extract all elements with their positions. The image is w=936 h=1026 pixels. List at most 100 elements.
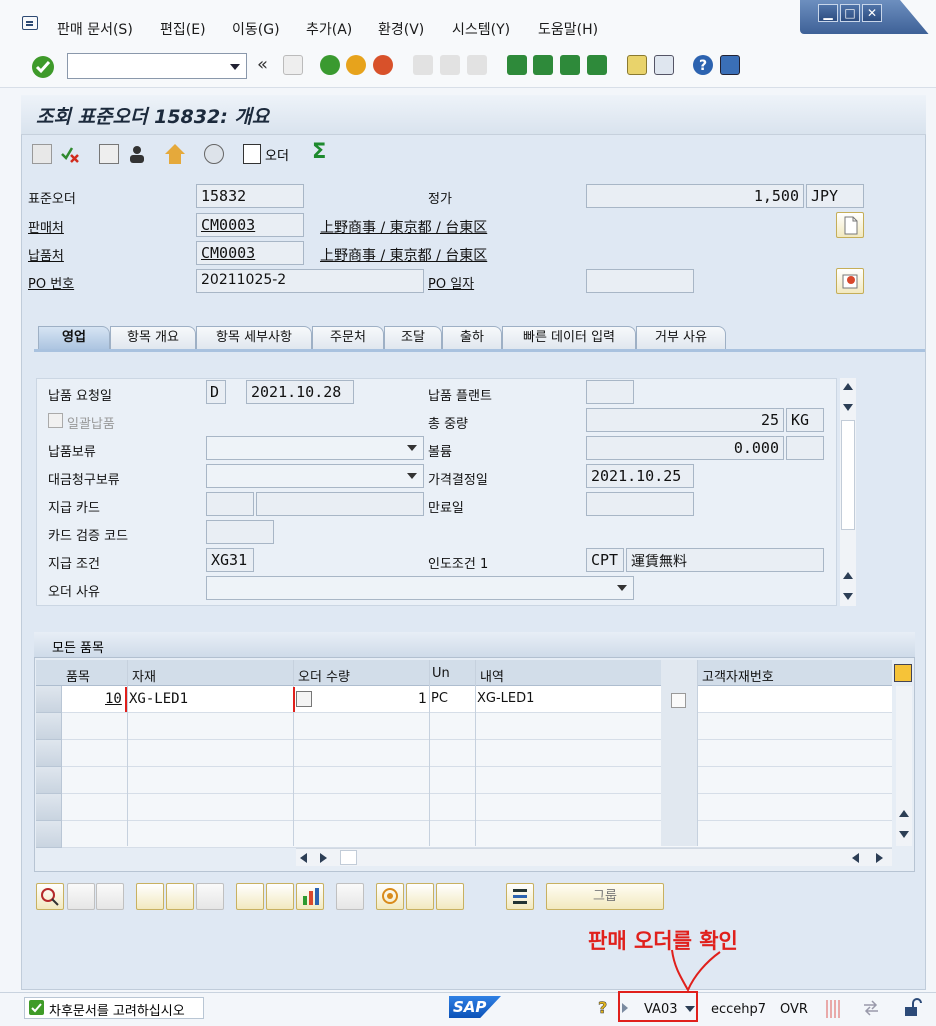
s-checkbox[interactable]	[671, 693, 686, 708]
tab-sales[interactable]: 영업	[38, 326, 110, 351]
print-icon[interactable]	[413, 55, 433, 75]
table-row[interactable]	[36, 767, 892, 794]
scroll-down-icon[interactable]	[843, 404, 853, 411]
insert-row-button[interactable]	[67, 883, 95, 910]
scroll-left-icon[interactable]	[852, 853, 859, 863]
table-row[interactable]	[36, 713, 892, 740]
row-selector[interactable]	[36, 767, 62, 794]
save-icon[interactable]	[283, 55, 303, 75]
help-icon[interactable]: ?	[693, 55, 713, 75]
billing-block-dropdown[interactable]	[206, 464, 424, 488]
key-help-icon[interactable]: ?	[597, 998, 611, 1018]
complete-delivery-checkbox[interactable]	[48, 413, 63, 428]
delivery-block-dropdown[interactable]	[206, 436, 424, 460]
next-page-icon[interactable]	[560, 55, 580, 75]
edit-item-button[interactable]	[436, 883, 464, 910]
scroll-down-icon[interactable]	[899, 831, 909, 838]
deselect-all-button[interactable]	[196, 883, 224, 910]
tab-item-overview[interactable]: 항목 개요	[110, 326, 196, 350]
customize-layout-icon[interactable]	[720, 55, 740, 75]
menu-sales-document[interactable]: 판매 문서(S)	[57, 19, 133, 39]
scroll-left-icon[interactable]	[300, 853, 307, 863]
tab-procurement[interactable]: 조달	[384, 326, 442, 350]
menu-icon[interactable]	[22, 16, 38, 30]
col-description[interactable]: 내역	[480, 666, 504, 685]
col-material[interactable]: 자재	[132, 666, 156, 685]
enter-check-icon[interactable]	[32, 56, 54, 78]
new-session-icon[interactable]	[627, 55, 647, 75]
sold-to-label[interactable]: 판매처	[28, 217, 64, 236]
menu-goto[interactable]: 이동(G)	[232, 19, 280, 39]
po-date-label[interactable]: PO 일자	[428, 273, 474, 292]
ship-to-label[interactable]: 납품처	[28, 245, 64, 264]
shortcut-icon[interactable]	[654, 55, 674, 75]
minimize-icon[interactable]: ▁	[818, 4, 838, 22]
menu-help[interactable]: 도움말(H)	[538, 19, 598, 39]
menu-extras[interactable]: 추가(A)	[306, 19, 352, 39]
header-partner-icon[interactable]	[127, 144, 147, 164]
last-page-icon[interactable]	[587, 55, 607, 75]
previous-page-icon[interactable]	[533, 55, 553, 75]
find-icon[interactable]	[440, 55, 460, 75]
document-icon[interactable]	[836, 212, 864, 238]
order-table-icon[interactable]	[243, 144, 261, 164]
items-table-vscroll[interactable]	[896, 686, 912, 846]
chevron-down-icon[interactable]	[230, 64, 240, 70]
sum-icon[interactable]: Σ	[312, 139, 326, 163]
col-item[interactable]: 품목	[66, 666, 90, 685]
row-selector[interactable]	[36, 686, 62, 713]
order-qty-cell[interactable]: 1	[418, 691, 427, 707]
copy-icon[interactable]	[296, 691, 312, 707]
ship-to-name[interactable]: 上野商事 / 東京都 / 台東区	[320, 245, 487, 265]
tab-rejection-reason[interactable]: 거부 사유	[636, 326, 726, 350]
list-view-button[interactable]	[506, 883, 534, 910]
table-row[interactable]	[36, 821, 892, 848]
po-details-icon[interactable]	[836, 268, 864, 294]
items-table-hscroll[interactable]	[296, 848, 892, 866]
chart-button[interactable]	[296, 883, 324, 910]
material-cell[interactable]: XG-LED1	[129, 691, 188, 707]
scroll-right-icon[interactable]	[320, 853, 327, 863]
status-message-box[interactable]: 차후문서를 고려하십시오	[24, 997, 204, 1019]
row-selector[interactable]	[36, 740, 62, 767]
tab-ordering-party[interactable]: 주문처	[312, 326, 384, 350]
select-all-button[interactable]	[136, 883, 164, 910]
unit-cell[interactable]: PC	[431, 691, 448, 706]
insert-mode[interactable]: OVR	[780, 1002, 808, 1017]
order-button[interactable]: 오더	[265, 145, 289, 164]
structure-button[interactable]	[266, 883, 294, 910]
select-block-button[interactable]	[166, 883, 194, 910]
scroll-thumb[interactable]	[841, 420, 855, 530]
scroll-up-icon[interactable]	[843, 383, 853, 390]
exit-icon[interactable]	[346, 55, 366, 75]
table-row[interactable]	[36, 794, 892, 821]
tab-shipping[interactable]: 출하	[442, 326, 502, 350]
pricing-button[interactable]	[406, 883, 434, 910]
table-row[interactable]	[36, 740, 892, 767]
menu-edit[interactable]: 편집(E)	[160, 19, 206, 39]
scroll-down-icon[interactable]	[843, 593, 853, 600]
row-selector[interactable]	[36, 794, 62, 821]
scroll-right-icon[interactable]	[876, 853, 883, 863]
col-order-qty[interactable]: 오더 수량	[298, 666, 350, 685]
unlock-icon[interactable]	[904, 998, 922, 1018]
hscroll-thumb[interactable]	[340, 850, 357, 865]
order-reason-dropdown[interactable]	[206, 576, 634, 600]
col-unit[interactable]: Un	[432, 666, 450, 681]
first-page-icon[interactable]	[507, 55, 527, 75]
menu-environment[interactable]: 환경(V)	[378, 19, 424, 39]
command-field[interactable]	[67, 53, 247, 79]
sold-to-name[interactable]: 上野商事 / 東京都 / 台東区	[320, 217, 487, 237]
transaction-code[interactable]: VA03	[644, 1002, 678, 1017]
display-document-icon[interactable]	[204, 144, 224, 164]
group-button[interactable]: 그룹	[546, 883, 664, 910]
restore-icon[interactable]: □	[840, 4, 860, 22]
tab-fast-data-entry[interactable]: 빠른 데이터 입력	[502, 326, 636, 350]
col-customer-material[interactable]: 고객자재번호	[702, 666, 774, 685]
batch-split-button[interactable]	[336, 883, 364, 910]
configuration-button[interactable]	[236, 883, 264, 910]
item-number-cell[interactable]: 10	[105, 691, 122, 707]
header-details-icon[interactable]	[99, 144, 119, 164]
delete-row-button[interactable]	[96, 883, 124, 910]
document-flow-icon[interactable]	[32, 144, 52, 164]
